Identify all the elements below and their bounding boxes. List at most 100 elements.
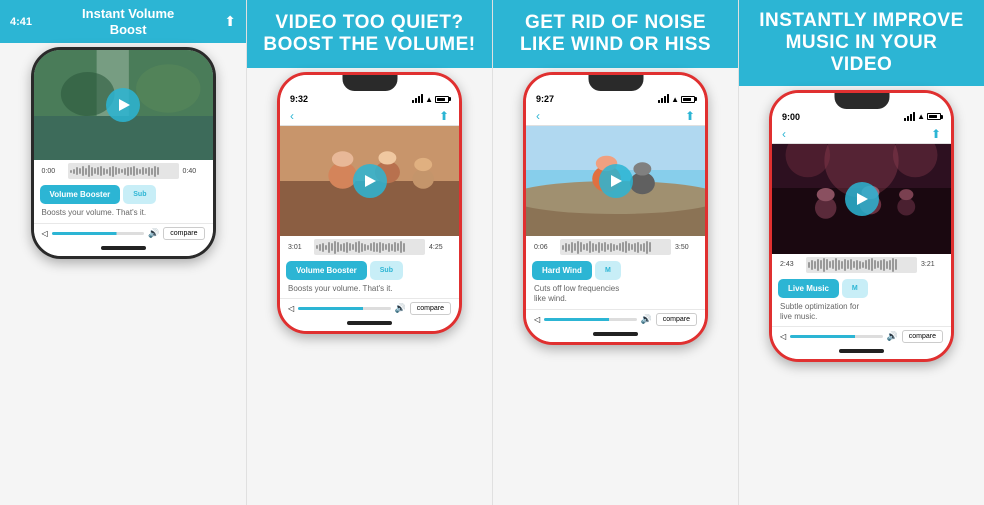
video-thumb-4[interactable] <box>772 144 951 254</box>
wf-bar <box>400 241 402 253</box>
volume-slider-3[interactable] <box>544 318 636 321</box>
wf-bar <box>820 260 822 269</box>
filter-description-3: Cuts off low frequencieslike wind. <box>532 284 699 305</box>
wf-bar <box>883 259 885 271</box>
waveform-visual-2[interactable] <box>314 239 425 255</box>
wf-bar <box>847 260 849 269</box>
filter-row-1: Volume Booster Sub <box>40 185 207 204</box>
status-time-4: 9:00 <box>782 112 800 122</box>
wf-bar <box>331 243 333 251</box>
phone-container-4: 9:00 ▲ ‹ <box>739 86 984 505</box>
notch-3 <box>588 75 643 91</box>
filter-section-2: Volume Booster Sub Boosts your volume. T… <box>280 257 459 298</box>
play-button-2[interactable] <box>353 164 387 198</box>
wf-bar <box>607 244 609 250</box>
play-button-4[interactable] <box>845 182 879 216</box>
wf-bar <box>604 242 606 252</box>
video-thumb-2[interactable] <box>280 126 459 236</box>
section-4: INSTANTLY IMPROVEMUSIC IN YOUR VIDEO 9:0… <box>738 0 984 505</box>
share-button-4[interactable]: ⬆ <box>931 127 941 141</box>
waveform-visual-4[interactable] <box>806 257 917 273</box>
wf-bar <box>640 244 642 251</box>
section-3-header: GET RID OF NOISELIKE WIND OR HISS <box>493 0 738 68</box>
compare-button-4[interactable]: compare <box>902 330 943 343</box>
filter-btn-volume-booster-1[interactable]: Volume Booster <box>40 185 121 204</box>
wf-bar <box>148 167 150 176</box>
wifi-icon-2: ▲ <box>425 95 433 104</box>
wf-bar <box>382 243 384 251</box>
volume-slider-2[interactable] <box>298 307 390 310</box>
time-start-2: 3:01 <box>288 244 310 251</box>
wf-bar <box>625 241 627 253</box>
signal-icon-3 <box>658 95 669 103</box>
video-thumb-3[interactable] <box>526 126 705 236</box>
wf-bar <box>841 261 843 269</box>
wf-bar <box>583 244 585 250</box>
filter-row-4: Live Music M <box>778 279 945 298</box>
wifi-icon-4: ▲ <box>917 112 925 121</box>
wf-bar <box>385 244 387 250</box>
filter-sub-4[interactable]: M <box>842 279 868 298</box>
wf-bar <box>343 243 345 252</box>
wf-bar <box>874 260 876 269</box>
notch-2 <box>342 75 397 91</box>
share-button-3[interactable]: ⬆ <box>685 109 695 123</box>
wf-bar <box>334 241 336 254</box>
filter-sub-3[interactable]: M <box>595 261 621 280</box>
wf-bar <box>358 241 360 253</box>
waveform-visual-3[interactable] <box>560 239 671 255</box>
play-button-1[interactable] <box>106 88 140 122</box>
filter-sub-2[interactable]: Sub <box>370 261 403 280</box>
wf-bar <box>877 261 879 268</box>
wf-bar <box>403 243 405 252</box>
back-button-4[interactable]: ‹ <box>782 127 786 141</box>
back-button-3[interactable]: ‹ <box>536 109 540 123</box>
wf-bar <box>871 258 873 271</box>
wf-bar <box>586 243 588 251</box>
wf-bar <box>580 242 582 252</box>
wf-bar <box>85 168 87 175</box>
home-indicator-3 <box>526 328 705 342</box>
wf-bar <box>124 168 126 175</box>
home-indicator-1 <box>34 242 213 256</box>
compare-button-3[interactable]: compare <box>656 313 697 326</box>
wf-bar <box>337 242 339 252</box>
wf-bar <box>136 168 138 175</box>
filter-row-3: Hard Wind M <box>532 261 699 280</box>
compare-button-1[interactable]: compare <box>163 227 204 240</box>
share-icon-1[interactable]: ⬆ <box>224 13 236 30</box>
compare-button-2[interactable]: compare <box>410 302 451 315</box>
header-text-2: VIDEO TOO QUIET?BOOST THE VOLUME! <box>263 12 475 56</box>
back-icon-4: ◁ <box>780 332 786 341</box>
nav-bar-4: ‹ ⬆ <box>772 125 951 144</box>
wf-bar <box>895 259 897 270</box>
wf-bar <box>835 258 837 271</box>
wf-bar <box>367 245 369 250</box>
wf-bar <box>109 167 111 176</box>
wf-bar <box>361 243 363 252</box>
wf-bar <box>562 245 564 250</box>
play-button-3[interactable] <box>599 164 633 198</box>
filter-btn-sub-1[interactable]: Sub <box>123 185 156 204</box>
wf-bar <box>118 168 120 174</box>
wf-bar <box>817 259 819 271</box>
section-3: GET RID OF NOISELIKE WIND OR HISS 9:27 ▲ <box>492 0 738 505</box>
waveform-visual-1[interactable] <box>68 163 179 179</box>
time-start-3: 0:06 <box>534 244 556 251</box>
volume-slider-4[interactable] <box>790 335 882 338</box>
wf-bar <box>610 243 612 252</box>
volume-slider-1[interactable] <box>52 232 144 235</box>
share-button-2[interactable]: ⬆ <box>439 109 449 123</box>
filter-btn-4[interactable]: Live Music <box>778 279 839 298</box>
home-bar-3 <box>593 332 638 336</box>
wf-bar <box>574 243 576 251</box>
filter-btn-3[interactable]: Hard Wind <box>532 261 592 280</box>
back-button-2[interactable]: ‹ <box>290 109 294 123</box>
wf-bar <box>391 244 393 251</box>
wf-bar <box>142 167 144 175</box>
wf-bar <box>340 244 342 251</box>
video-thumb-1[interactable] <box>34 50 213 160</box>
nav-bar-3: ‹ ⬆ <box>526 107 705 126</box>
app-container: 4:41 Instant VolumeBoost ⬆ <box>0 0 984 505</box>
filter-btn-2[interactable]: Volume Booster <box>286 261 367 280</box>
